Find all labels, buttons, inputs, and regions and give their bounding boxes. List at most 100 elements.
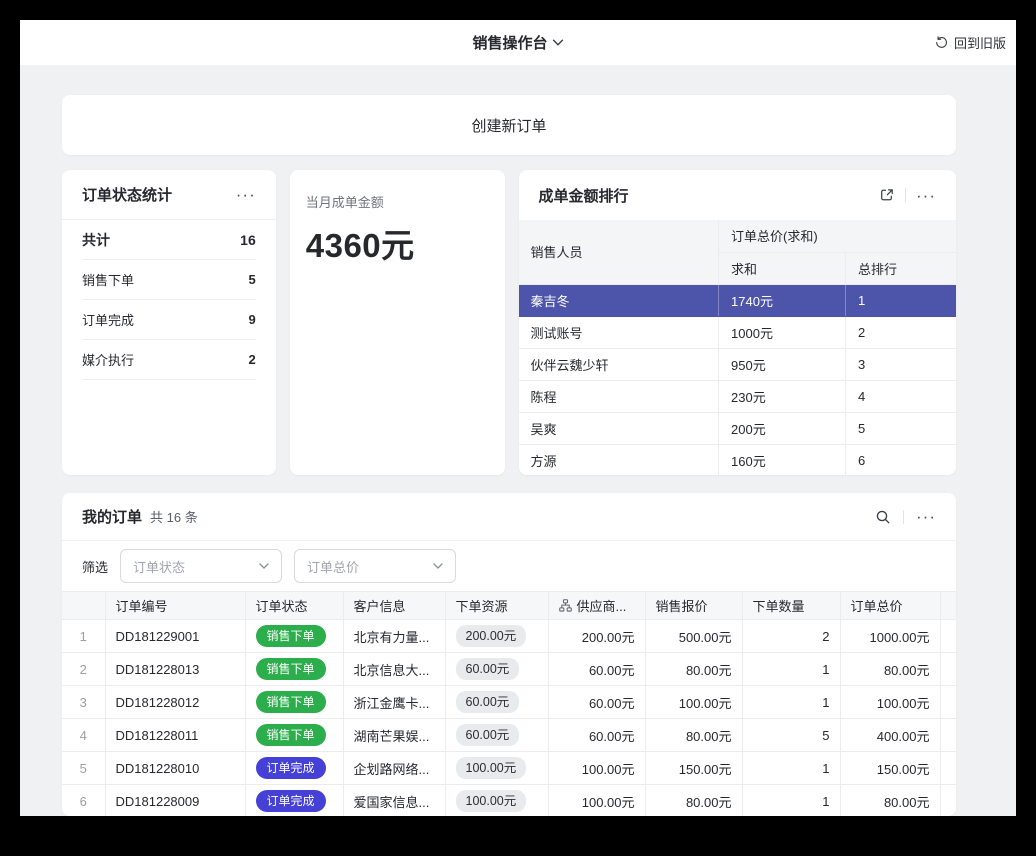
status-row: 订单完成 9 xyxy=(82,300,256,340)
status-label: 销售下单 xyxy=(82,270,134,289)
status-row: 销售下单 5 xyxy=(82,260,256,300)
open-in-new-icon[interactable] xyxy=(879,187,895,203)
supplier: 60.00元 xyxy=(548,719,645,752)
create-order-button[interactable]: 创建新订单 xyxy=(62,95,956,155)
row-number: 5 xyxy=(62,752,105,785)
order-status-cell: 销售下单 xyxy=(245,620,343,653)
more-icon[interactable]: ··· xyxy=(236,186,256,203)
more-icon[interactable]: ··· xyxy=(916,187,936,204)
resource-chip: 60.00元 xyxy=(456,724,520,746)
price: 80.00元 xyxy=(645,719,742,752)
relation-icon xyxy=(559,599,572,612)
order-row[interactable]: 5 DD181228010 订单完成 企划路网络... 100.00元 100.… xyxy=(62,752,956,785)
supplier: 100.00元 xyxy=(548,785,645,817)
qty: 1 xyxy=(742,785,840,817)
qty: 1 xyxy=(742,653,840,686)
resource-cell: 100.00元 xyxy=(445,752,548,785)
order-no: DD181228013 xyxy=(105,653,245,686)
order-row[interactable]: 3 DD181228012 销售下单 浙江金鹰卡... 60.00元 60.00… xyxy=(62,686,956,719)
col-status: 订单状态 xyxy=(245,592,343,620)
order-row[interactable]: 2 DD181228013 销售下单 北京信息大... 60.00元 60.00… xyxy=(62,653,956,686)
ranking-table: 销售人员 订单总价(求和) 求和 总排行 秦吉冬 1740元 1 xyxy=(519,220,956,475)
price: 80.00元 xyxy=(645,785,742,817)
customer: 爱国家信息... xyxy=(343,785,445,817)
customer: 北京有力量... xyxy=(343,620,445,653)
total: 1000.00元 xyxy=(840,620,940,653)
filler xyxy=(940,752,956,785)
status-badge: 销售下单 xyxy=(256,691,326,713)
rank-rank: 3 xyxy=(846,348,956,380)
orders-title: 我的订单 xyxy=(82,506,142,527)
order-row[interactable]: 6 DD181228009 订单完成 爱国家信息... 100.00元 100.… xyxy=(62,785,956,817)
supplier: 60.00元 xyxy=(548,653,645,686)
status-badge: 订单完成 xyxy=(256,790,326,812)
status-value: 2 xyxy=(249,352,256,367)
price: 150.00元 xyxy=(645,752,742,785)
status-value: 5 xyxy=(249,272,256,287)
status-badge: 订单完成 xyxy=(256,757,326,779)
monthly-amount-title: 当月成单金额 xyxy=(306,192,489,211)
back-to-old-label: 回到旧版 xyxy=(954,33,1006,52)
rank-rank: 1 xyxy=(846,284,956,316)
status-label: 订单完成 xyxy=(82,310,134,329)
resource-chip: 200.00元 xyxy=(456,625,527,647)
ranking-row[interactable]: 吴爽 200元 5 xyxy=(519,412,956,444)
resource-chip: 60.00元 xyxy=(456,691,520,713)
divider xyxy=(905,188,906,202)
ranking-col-person: 销售人员 xyxy=(519,220,719,284)
order-no: DD181228012 xyxy=(105,686,245,719)
status-badge: 销售下单 xyxy=(256,658,326,680)
order-row[interactable]: 4 DD181228011 销售下单 湖南芒果娱... 60.00元 60.00… xyxy=(62,719,956,752)
supplier: 60.00元 xyxy=(548,686,645,719)
order-status-filter-select[interactable]: 订单状态 xyxy=(120,549,282,583)
content-area: 创建新订单 订单状态统计 ··· 共计 16 销售下单 5 xyxy=(20,65,1016,816)
status-value: 9 xyxy=(249,312,256,327)
more-icon[interactable]: ··· xyxy=(916,508,936,525)
status-card-title: 订单状态统计 xyxy=(82,184,172,205)
order-status-cell: 销售下单 xyxy=(245,653,343,686)
row-number: 2 xyxy=(62,653,105,686)
rank-sum: 200元 xyxy=(719,412,846,444)
order-status-stats-card: 订单状态统计 ··· 共计 16 销售下单 5 订单完成 9 xyxy=(62,170,276,475)
order-no: DD181228010 xyxy=(105,752,245,785)
rank-person: 测试账号 xyxy=(519,316,719,348)
chevron-down-icon xyxy=(259,563,269,569)
total: 400.00元 xyxy=(840,719,940,752)
ranking-row[interactable]: 方源 160元 6 xyxy=(519,444,956,475)
supplier: 100.00元 xyxy=(548,752,645,785)
status-label: 共计 xyxy=(82,230,110,250)
rank-person: 方源 xyxy=(519,444,719,475)
status-value: 16 xyxy=(240,232,256,248)
chevron-down-icon xyxy=(433,563,443,569)
ranking-row[interactable]: 陈程 230元 4 xyxy=(519,380,956,412)
order-total-filter-select[interactable]: 订单总价 xyxy=(294,549,456,583)
rank-sum: 160元 xyxy=(719,444,846,475)
order-status-filter-placeholder: 订单状态 xyxy=(133,557,185,576)
workbench-title-dropdown[interactable]: 销售操作台 xyxy=(472,20,563,65)
filler xyxy=(940,653,956,686)
my-orders-card: 我的订单 共 16 条 ··· 筛选 订单状态 订单 xyxy=(62,493,956,816)
price: 80.00元 xyxy=(645,653,742,686)
total: 80.00元 xyxy=(840,785,940,817)
sales-workbench-app: 销售操作台 回到旧版 创建新订单 订单状态统计 ··· 共计 xyxy=(20,20,1016,816)
qty: 5 xyxy=(742,719,840,752)
filler xyxy=(940,719,956,752)
qty: 1 xyxy=(742,686,840,719)
create-order-label: 创建新订单 xyxy=(471,115,546,136)
ranking-row[interactable]: 测试账号 1000元 2 xyxy=(519,316,956,348)
filter-label: 筛选 xyxy=(82,557,108,576)
status-row-total: 共计 16 xyxy=(82,220,256,260)
divider xyxy=(903,510,904,524)
back-to-old-version-button[interactable]: 回到旧版 xyxy=(934,20,1006,65)
ranking-row[interactable]: 秦吉冬 1740元 1 xyxy=(519,284,956,316)
row-number: 4 xyxy=(62,719,105,752)
rank-person: 吴爽 xyxy=(519,412,719,444)
qty: 1 xyxy=(742,752,840,785)
status-label: 媒介执行 xyxy=(82,350,134,369)
ranking-row[interactable]: 伙伴云魏少轩 950元 3 xyxy=(519,348,956,380)
order-row[interactable]: 1 DD181229001 销售下单 北京有力量... 200.00元 200.… xyxy=(62,620,956,653)
search-icon[interactable] xyxy=(875,509,891,525)
order-status-cell: 订单完成 xyxy=(245,785,343,817)
ranking-col-rank: 总排行 xyxy=(846,252,956,284)
order-status-cell: 订单完成 xyxy=(245,752,343,785)
